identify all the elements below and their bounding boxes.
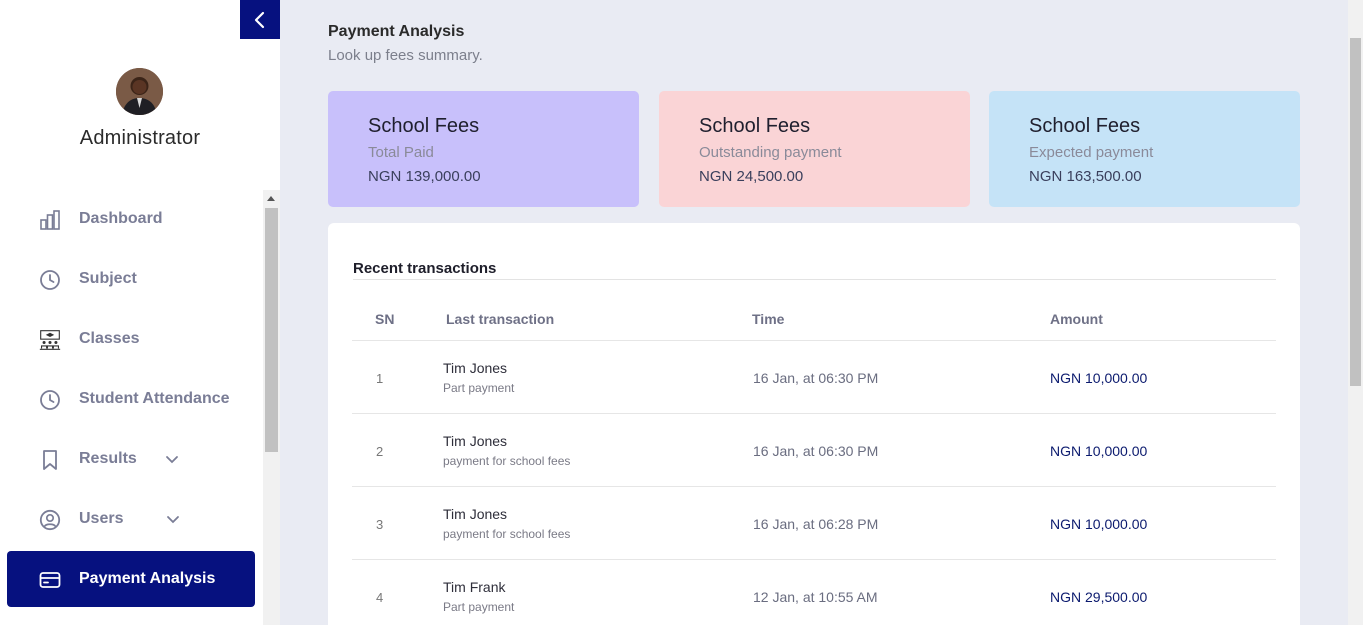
avatar[interactable] [116,68,163,115]
row-description: payment for school fees [443,527,571,541]
scrollbar-thumb[interactable] [1350,38,1361,386]
sidebar-item-label: Results [79,450,137,467]
bar-chart-icon [39,209,61,231]
column-header-sn[interactable]: SN [375,311,394,327]
credit-card-icon [39,569,61,591]
divider [352,413,1276,414]
row-amount: NGN 10,000.00 [1050,370,1148,386]
row-time: 16 Jan, at 06:30 PM [753,443,879,459]
chevron-down-icon[interactable] [165,511,181,527]
row-description: Part payment [443,600,515,614]
sidebar: Administrator Dashboard Subject Classes … [0,0,280,625]
sidebar-item-users[interactable]: Users [7,491,255,547]
page-title: Payment Analysis [328,23,465,40]
sidebar-item-label: Student Attendance [79,390,230,407]
divider [352,559,1276,560]
card-subtitle: Expected payment [1029,144,1154,161]
row-sn: 2 [376,444,384,459]
row-name: Tim Frank [443,579,506,595]
row-sn: 1 [376,371,384,386]
row-amount: NGN 10,000.00 [1050,516,1148,532]
sidebar-item-subject[interactable]: Subject [7,251,255,307]
card-title: School Fees [368,115,480,137]
collapse-sidebar-button[interactable] [240,0,280,39]
divider [353,279,1276,280]
chevron-left-icon [254,11,265,28]
row-time: 12 Jan, at 10:55 AM [753,589,878,605]
main-scrollbar[interactable] [1348,0,1363,625]
clock-icon [39,269,61,291]
card-amount: NGN 163,500.00 [1029,168,1142,185]
row-name: Tim Jones [443,360,508,376]
sidebar-item-label: Subject [79,270,137,287]
divider [352,486,1276,487]
divider [352,340,1276,341]
card-title: School Fees [699,115,811,137]
summary-card-total-paid: School Fees Total Paid NGN 139,000.00 [328,91,639,207]
column-header-amount[interactable]: Amount [1050,311,1103,327]
row-amount: NGN 29,500.00 [1050,589,1148,605]
page-subtitle: Look up fees summary. [328,47,483,64]
chevron-down-icon[interactable] [164,451,180,467]
row-time: 16 Jan, at 06:30 PM [753,370,879,386]
card-title: School Fees [1029,115,1141,137]
sidebar-item-payment-analysis[interactable]: Payment Analysis [7,551,255,607]
sidebar-item-label: Payment Analysis [79,570,216,587]
card-amount: NGN 139,000.00 [368,168,481,185]
card-amount: NGN 24,500.00 [699,168,804,185]
classroom-icon [39,329,61,351]
sidebar-scrollbar[interactable] [263,190,280,625]
column-header-time[interactable]: Time [752,311,784,327]
row-description: payment for school fees [443,454,571,468]
row-sn: 3 [376,517,384,532]
sidebar-item-label: Dashboard [79,210,163,227]
row-name: Tim Jones [443,433,508,449]
sidebar-item-label: Users [79,510,124,527]
row-name: Tim Jones [443,506,508,522]
row-description: Part payment [443,381,515,395]
recent-transactions-panel: Recent transactions SN Last transaction … [328,223,1300,625]
summary-card-expected: School Fees Expected payment NGN 163,500… [989,91,1300,207]
scrollbar-thumb[interactable] [265,208,278,452]
sidebar-item-dashboard[interactable]: Dashboard [7,191,255,247]
user-circle-icon [39,509,61,531]
clock-icon [39,389,61,411]
sidebar-item-results[interactable]: Results [7,431,255,487]
sidebar-item-student-attendance[interactable]: Student Attendance [7,371,255,427]
main-content: Payment Analysis Look up fees summary. S… [280,0,1348,625]
row-time: 16 Jan, at 06:28 PM [753,516,879,532]
card-subtitle: Outstanding payment [699,144,842,161]
column-header-last-transaction[interactable]: Last transaction [446,311,554,327]
scroll-up-arrow-icon[interactable] [267,196,275,201]
row-amount: NGN 10,000.00 [1050,443,1148,459]
user-name: Administrator [79,127,201,149]
bookmark-icon [39,449,61,471]
card-subtitle: Total Paid [368,144,434,161]
row-sn: 4 [376,590,384,605]
summary-card-outstanding: School Fees Outstanding payment NGN 24,5… [659,91,970,207]
panel-title: Recent transactions [353,260,497,277]
user-photo-icon [116,68,163,115]
sidebar-item-label: Classes [79,330,140,347]
sidebar-item-classes[interactable]: Classes [7,311,255,367]
